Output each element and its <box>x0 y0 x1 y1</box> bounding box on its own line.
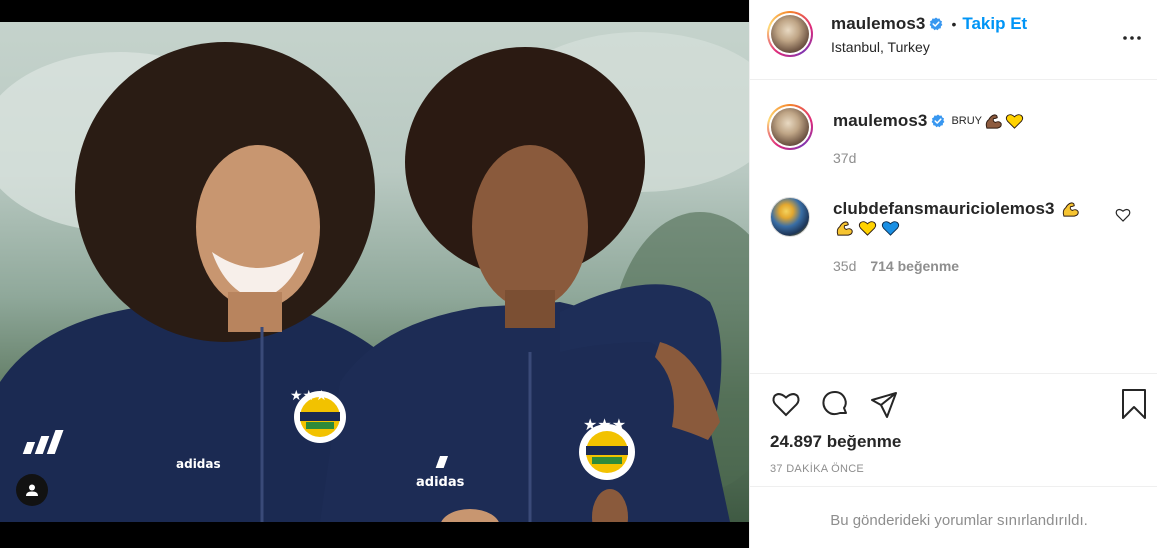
comment-meta: 35d 714 beğenme <box>833 258 959 274</box>
post-header: maulemos3 • Takip Et Istanbul, Turkey <box>750 0 1157 80</box>
svg-text:adidas: adidas <box>416 475 465 490</box>
flexed-biceps-icon <box>985 113 1002 129</box>
author-avatar[interactable] <box>767 11 813 57</box>
flexed-biceps-icon <box>836 221 853 236</box>
svg-text:★★★: ★★★ <box>290 388 328 404</box>
author-username[interactable]: maulemos3 <box>831 14 925 34</box>
comments-divider <box>750 486 1157 487</box>
photo-illustration: ★★★ ★★★ adidas adidas <box>0 32 749 522</box>
flexed-biceps-icon <box>1062 201 1079 217</box>
caption: maulemos3 BRUY <box>833 111 1024 131</box>
post-time-ago[interactable]: 37 DAKİKA ÖNCE <box>770 463 864 475</box>
caption-username[interactable]: maulemos3 <box>833 111 927 131</box>
post-side-panel: maulemos3 • Takip Et Istanbul, Turkey ma… <box>749 0 1157 548</box>
actions-divider <box>750 373 1157 374</box>
comment-header: clubdefansmauriciolemos3 <box>833 199 1080 219</box>
separator-dot: • <box>951 16 957 32</box>
svg-text:adidas: adidas <box>176 457 221 471</box>
post-location[interactable]: Istanbul, Turkey <box>831 39 930 55</box>
like-heart-icon[interactable] <box>770 388 802 420</box>
more-horizontal-icon <box>1123 36 1141 40</box>
comment-like-heart-icon[interactable] <box>1115 207 1131 223</box>
caption-time[interactable]: 37d <box>833 150 856 166</box>
comment-text <box>833 220 900 237</box>
caption-avatar[interactable] <box>767 104 813 150</box>
comments-restricted-notice: Bu gönderideki yorumlar sınırlandırıldı. <box>830 512 1088 529</box>
caption-text: BRUY <box>951 115 983 127</box>
yellow-heart-icon <box>1005 113 1024 129</box>
commenter-username[interactable]: clubdefansmauriciolemos3 <box>833 199 1055 219</box>
user-icon <box>26 484 38 496</box>
follow-button[interactable]: Takip Et <box>962 14 1027 34</box>
comment-likes[interactable]: 714 beğenme <box>870 258 959 274</box>
tagged-users-button[interactable] <box>16 474 48 506</box>
save-bookmark-icon[interactable] <box>1118 388 1150 420</box>
yellow-heart-icon <box>858 221 877 236</box>
post-likes-count[interactable]: 24.897 beğenme <box>770 432 901 452</box>
author-line: maulemos3 • Takip Et <box>831 14 1027 34</box>
svg-text:★★★: ★★★ <box>583 415 626 434</box>
post-media: ★★★ ★★★ adidas adidas <box>0 0 749 548</box>
share-plane-icon[interactable] <box>868 388 900 420</box>
blue-heart-icon <box>881 221 900 236</box>
post-photo[interactable]: ★★★ ★★★ adidas adidas <box>0 22 749 522</box>
comment-time[interactable]: 35d <box>833 258 856 274</box>
more-options-button[interactable] <box>1120 26 1144 50</box>
commenter-avatar[interactable] <box>770 197 810 237</box>
verified-badge-icon <box>932 114 945 128</box>
comment-bubble-icon[interactable] <box>819 388 851 420</box>
verified-badge-icon <box>930 17 943 31</box>
